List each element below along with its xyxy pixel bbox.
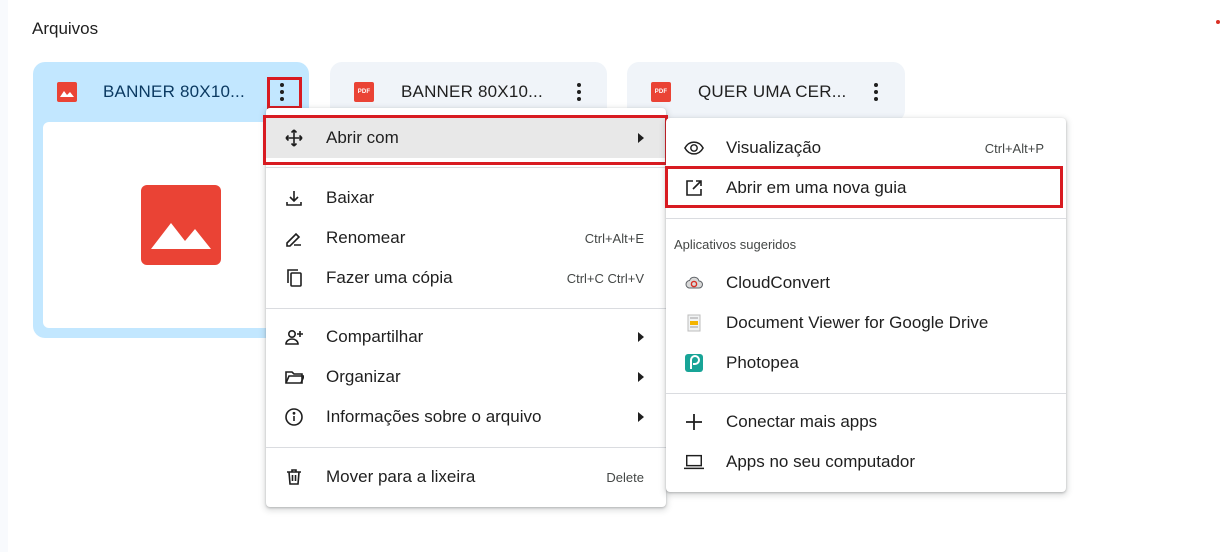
photopea-icon bbox=[684, 353, 704, 373]
notification-dot bbox=[1216, 20, 1220, 24]
pdf-icon: PDF bbox=[354, 82, 374, 102]
menu-item-label: Mover para a lixeira bbox=[326, 467, 476, 486]
submenu-item-computer-apps[interactable]: Apps no seu computador bbox=[666, 442, 1066, 482]
menu-item-label: Compartilhar bbox=[326, 327, 424, 346]
info-icon bbox=[284, 407, 304, 427]
download-icon bbox=[284, 188, 304, 208]
menu-item-label: Abrir com bbox=[326, 128, 399, 147]
menu-divider bbox=[266, 308, 666, 309]
submenu-arrow-icon bbox=[638, 412, 644, 422]
file-name: BANNER 80X10... bbox=[401, 82, 543, 101]
menu-item-label: Renomear bbox=[326, 228, 406, 247]
page-left-edge bbox=[0, 0, 8, 552]
file-name: QUER UMA CER... bbox=[698, 82, 847, 101]
cloudconvert-icon bbox=[684, 273, 704, 293]
menu-divider bbox=[266, 167, 666, 168]
suggested-apps-heading: Aplicativos sugeridos bbox=[674, 237, 797, 252]
menu-divider bbox=[666, 393, 1066, 394]
open-in-new-icon bbox=[684, 178, 704, 198]
submenu-arrow-icon bbox=[638, 332, 644, 342]
image-icon bbox=[57, 82, 77, 102]
file-name: BANNER 80X10... bbox=[103, 82, 245, 101]
rename-icon bbox=[284, 228, 304, 248]
submenu-item-label: Abrir em uma nova guia bbox=[726, 178, 907, 197]
move-icon bbox=[284, 128, 304, 148]
submenu-item-preview[interactable]: Visualização Ctrl+Alt+P bbox=[666, 128, 1066, 168]
submenu-item-label: Apps no seu computador bbox=[726, 452, 916, 471]
laptop-icon bbox=[684, 452, 704, 472]
menu-divider bbox=[666, 218, 1066, 219]
more-actions-button[interactable] bbox=[864, 80, 888, 104]
section-title: Arquivos bbox=[32, 19, 99, 38]
copy-icon bbox=[284, 268, 304, 288]
context-menu: Abrir com Baixar Renomear Ctrl+Alt+E Faz… bbox=[266, 108, 666, 507]
submenu-item-shortcut: Ctrl+Alt+P bbox=[984, 140, 1044, 156]
eye-icon bbox=[684, 138, 704, 158]
menu-item-open-with[interactable]: Abrir com bbox=[266, 118, 666, 158]
pdf-icon: PDF bbox=[651, 82, 671, 102]
menu-item-move-to-trash[interactable]: Mover para a lixeira Delete bbox=[266, 457, 666, 497]
folder-open-icon bbox=[284, 367, 304, 387]
more-actions-button[interactable] bbox=[270, 80, 294, 104]
menu-item-shortcut: Delete bbox=[606, 469, 644, 485]
menu-item-make-copy[interactable]: Fazer uma cópia Ctrl+C Ctrl+V bbox=[266, 258, 666, 298]
app-item-photopea[interactable]: Photopea bbox=[666, 343, 1066, 383]
submenu-item-label: Conectar mais apps bbox=[726, 412, 878, 431]
app-item-cloudconvert[interactable]: CloudConvert bbox=[666, 263, 1066, 303]
trash-icon bbox=[284, 467, 304, 487]
person-add-icon bbox=[284, 327, 304, 347]
submenu-item-connect-more-apps[interactable]: Conectar mais apps bbox=[666, 402, 1066, 442]
menu-item-shortcut: Ctrl+C Ctrl+V bbox=[566, 270, 644, 286]
submenu-item-label: Visualização bbox=[726, 138, 822, 157]
more-actions-button[interactable] bbox=[567, 80, 591, 104]
menu-item-organize[interactable]: Organizar bbox=[266, 357, 666, 397]
menu-divider bbox=[266, 447, 666, 448]
app-label: CloudConvert bbox=[726, 273, 830, 292]
menu-item-label: Informações sobre o arquivo bbox=[326, 407, 542, 426]
app-label: Document Viewer for Google Drive bbox=[726, 313, 989, 332]
menu-item-rename[interactable]: Renomear Ctrl+Alt+E bbox=[266, 218, 666, 258]
menu-item-label: Baixar bbox=[326, 188, 375, 207]
open-with-submenu: Visualização Ctrl+Alt+P Abrir em uma nov… bbox=[666, 118, 1066, 492]
app-item-document-viewer[interactable]: Document Viewer for Google Drive bbox=[666, 303, 1066, 343]
image-placeholder-icon bbox=[141, 185, 221, 265]
menu-item-shortcut: Ctrl+Alt+E bbox=[584, 230, 644, 246]
menu-item-share[interactable]: Compartilhar bbox=[266, 317, 666, 357]
file-card-3[interactable]: PDF QUER UMA CER... bbox=[627, 62, 905, 122]
submenu-arrow-icon bbox=[638, 133, 644, 143]
menu-item-label: Organizar bbox=[326, 367, 401, 386]
plus-icon bbox=[684, 412, 704, 432]
submenu-arrow-icon bbox=[638, 372, 644, 382]
file-thumbnail[interactable] bbox=[43, 122, 301, 328]
menu-item-file-info[interactable]: Informações sobre o arquivo bbox=[266, 397, 666, 437]
menu-item-download[interactable]: Baixar bbox=[266, 178, 666, 218]
document-viewer-icon bbox=[684, 313, 704, 333]
app-label: Photopea bbox=[726, 353, 799, 372]
submenu-item-open-new-tab[interactable]: Abrir em uma nova guia bbox=[666, 168, 1066, 208]
menu-item-label: Fazer uma cópia bbox=[326, 268, 453, 287]
